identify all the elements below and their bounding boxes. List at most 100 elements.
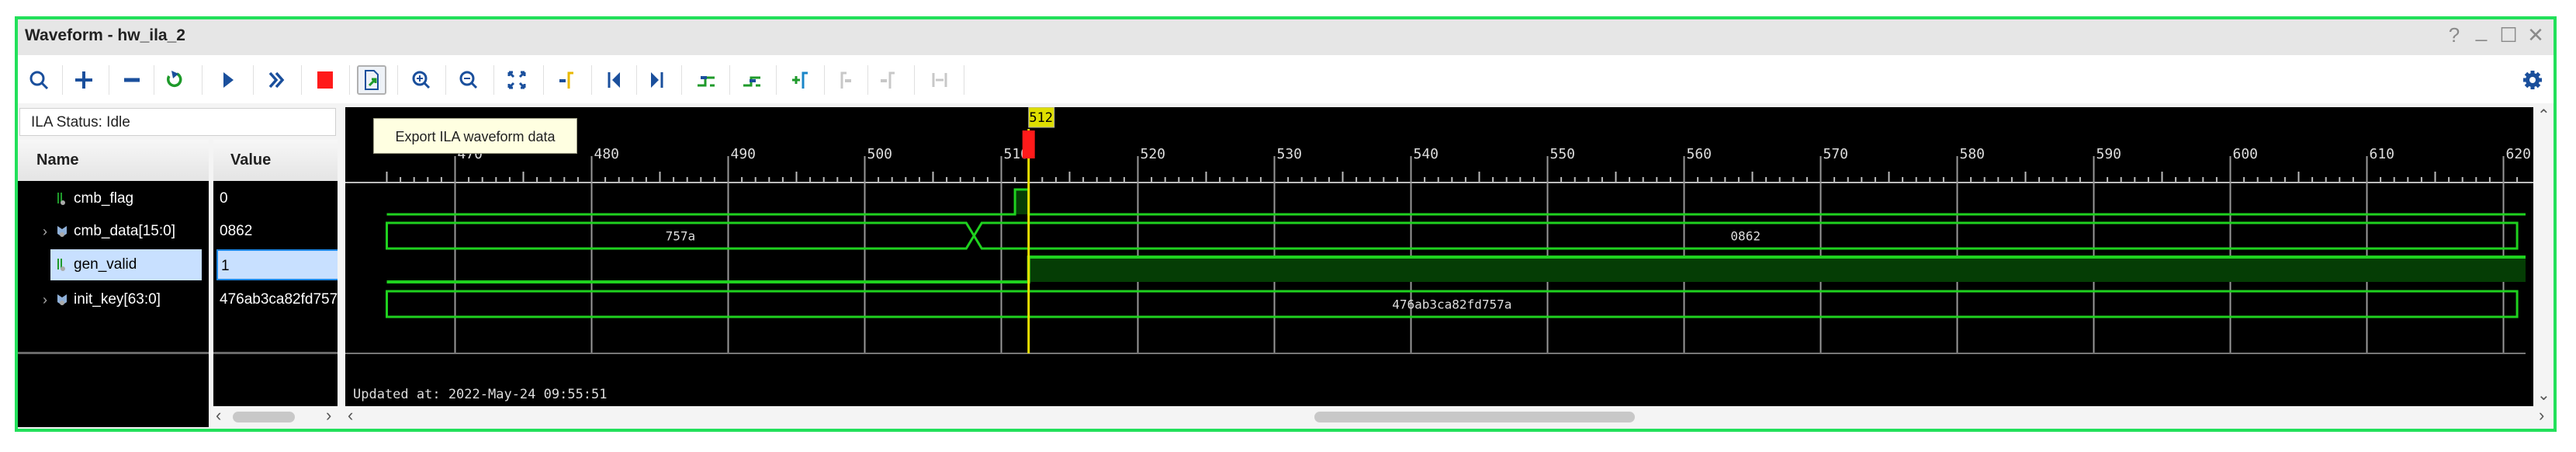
scroll-thumb[interactable] [233, 412, 295, 422]
next-transition-button[interactable] [737, 65, 767, 95]
remove-button[interactable] [117, 65, 147, 95]
bus-signal-icon [57, 294, 67, 305]
scroll-up-arrow[interactable]: ⌃ [2537, 106, 2550, 125]
value-column-header[interactable]: Value [213, 140, 338, 181]
ruler-label: 480 [594, 146, 620, 162]
scroll-down-arrow[interactable]: ⌄ [2537, 385, 2550, 405]
zoom-out-button[interactable] [454, 65, 483, 95]
signal-row[interactable]: cmb_flag [18, 183, 209, 214]
add-marker-icon [792, 71, 808, 89]
next-transition-icon [743, 76, 760, 87]
go-to-time-0-button[interactable] [600, 65, 629, 95]
run-trigger-immediate-button[interactable] [159, 65, 189, 95]
vertical-scrollbar[interactable] [2535, 107, 2552, 406]
high-fill [1015, 189, 1029, 214]
toolbar-separator [729, 65, 730, 95]
expand-chevron-icon[interactable]: › [43, 216, 47, 247]
window-title: Waveform - hw_ila_2 [25, 26, 185, 44]
signal-value[interactable]: 476ab3ca82fd757a [213, 284, 338, 315]
ruler-label: 580 [1960, 146, 1986, 162]
ruler-label: 620 [2506, 146, 2532, 162]
name-column-header[interactable]: Name [18, 140, 209, 181]
maximize-button[interactable]: ☐ [2497, 23, 2520, 47]
gear-icon [2523, 71, 2542, 89]
toolbar-separator [301, 65, 302, 95]
waveform-canvas[interactable]: 4704804905005105205305405505605705805906… [345, 107, 2533, 406]
export-waveform-button[interactable] [357, 65, 386, 95]
signal-value[interactable]: 0862 [213, 216, 338, 247]
skip-start-icon [608, 72, 620, 88]
toolbar-separator [62, 65, 63, 95]
search-button[interactable] [24, 65, 54, 95]
previous-transition-button[interactable] [691, 65, 721, 95]
zoom-fit-button[interactable] [502, 65, 531, 95]
stop-icon [317, 71, 333, 89]
signal-value-list: 0 0862 1 476ab3ca82fd757a [213, 181, 338, 406]
skip-end-icon [651, 72, 663, 88]
toolbar-separator [397, 65, 398, 95]
close-button[interactable]: ✕ [2524, 23, 2547, 47]
minus-icon [124, 78, 140, 82]
run-trigger-button[interactable] [213, 65, 243, 95]
settings-button[interactable] [2518, 65, 2547, 95]
go-to-last-time-button[interactable] [642, 65, 671, 95]
add-marker-button[interactable] [786, 65, 815, 95]
signal-row[interactable]: gen_valid [50, 249, 202, 280]
signal-name: cmb_flag [74, 190, 134, 207]
zoom-out-icon [459, 71, 478, 89]
high-fill [1028, 257, 2526, 282]
divider [213, 352, 338, 354]
ruler-label: 590 [2096, 146, 2122, 162]
scroll-left-arrow[interactable]: ‹ [216, 405, 221, 426]
bus-value-label: 476ab3ca82fd757a [1392, 297, 1511, 312]
toolbar-separator [253, 65, 254, 95]
signal-value[interactable]: 1 [216, 249, 338, 280]
toolbar-separator [824, 65, 825, 95]
signal-trace-cmb_flag [386, 188, 2526, 216]
toolbar-separator [349, 65, 350, 95]
toolbar-separator [202, 65, 203, 95]
ruler-label: 520 [1141, 146, 1166, 162]
add-button[interactable] [69, 65, 99, 95]
scroll-thumb[interactable] [1314, 412, 1635, 422]
minimize-button[interactable]: _ [2470, 19, 2493, 43]
ruler-label: 570 [1823, 146, 1849, 162]
toolbar-separator [543, 65, 544, 95]
zoom-in-icon [412, 71, 431, 89]
cursor-icon [559, 71, 573, 89]
ruler-label: 600 [2233, 146, 2259, 162]
signal-row[interactable]: › init_key[63:0] [18, 284, 209, 315]
signal-name: gen_valid [74, 256, 137, 273]
scroll-left-arrow[interactable]: ‹ [348, 405, 353, 426]
zoom-in-button[interactable] [407, 65, 436, 95]
zoom-fit-icon [507, 71, 526, 89]
signal-name: init_key[63:0] [74, 291, 161, 308]
stop-button[interactable] [310, 65, 340, 95]
prev-transition-icon [698, 76, 715, 87]
ruler-label: 560 [1687, 146, 1712, 162]
refresh-arrow-icon [167, 71, 182, 87]
plus-icon [75, 71, 92, 89]
toolbar-separator [591, 65, 592, 95]
scroll-right-arrow[interactable]: › [326, 405, 331, 426]
signal-value[interactable]: 0 [213, 183, 338, 214]
toolbar-separator [636, 65, 637, 95]
bus-signal-icon [57, 225, 67, 237]
signal-name-list: cmb_flag › cmb_data[15:0] gen_valid › init_ke… [18, 181, 209, 427]
next-marker-icon [881, 71, 895, 89]
signal-row[interactable]: › cmb_data[15:0] [18, 216, 209, 247]
expand-chevron-icon[interactable]: › [43, 284, 47, 315]
swap-icon [932, 73, 947, 87]
scroll-right-arrow[interactable]: › [2539, 405, 2544, 426]
marker-flag-icon [1022, 130, 1035, 158]
toolbar-separator [493, 65, 494, 95]
go-to-cursor-button[interactable] [552, 65, 581, 95]
help-button[interactable]: ? [2443, 23, 2466, 47]
next-marker-button [873, 65, 902, 95]
auto-retrigger-button[interactable] [262, 65, 292, 95]
swap-cursors-button [925, 65, 954, 95]
toolbar-separator [867, 65, 868, 95]
double-chevron-icon [268, 71, 285, 89]
prev-marker-icon [840, 71, 851, 89]
ruler-label: 490 [731, 146, 757, 162]
